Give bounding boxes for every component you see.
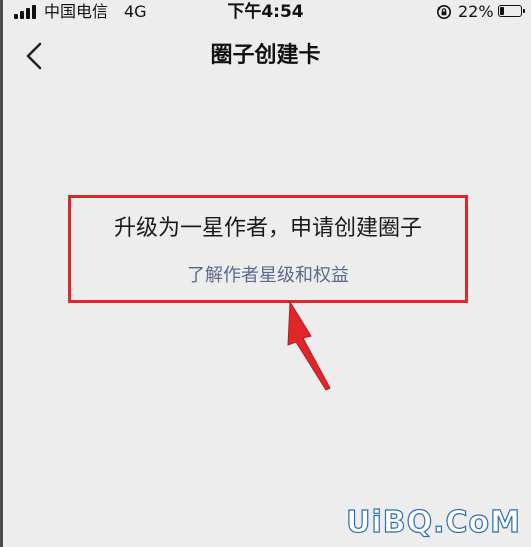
upgrade-message: 升级为一星作者，申请创建圈子 bbox=[113, 216, 422, 241]
nav-bar: 圈子创建卡 bbox=[0, 28, 531, 84]
battery-level bbox=[500, 7, 504, 15]
battery-percent: 22% bbox=[458, 2, 494, 21]
battery-icon bbox=[498, 5, 525, 17]
page-title: 圈子创建卡 bbox=[210, 43, 321, 68]
left-edge bbox=[0, 0, 3, 547]
status-bar: 中国电信 4G 下午4:54 22% bbox=[0, 0, 531, 24]
orientation-lock-icon bbox=[437, 5, 451, 19]
highlight-box: 升级为一星作者，申请创建圈子 了解作者星级和权益 bbox=[68, 195, 468, 303]
watermark: UiBQ.CoM bbox=[346, 504, 521, 540]
screen: 中国电信 4G 下午4:54 22% 圈子创建卡 升级为一星作者，申请创建圈子 … bbox=[0, 0, 531, 547]
author-level-link[interactable]: 了解作者星级和权益 bbox=[71, 264, 465, 288]
